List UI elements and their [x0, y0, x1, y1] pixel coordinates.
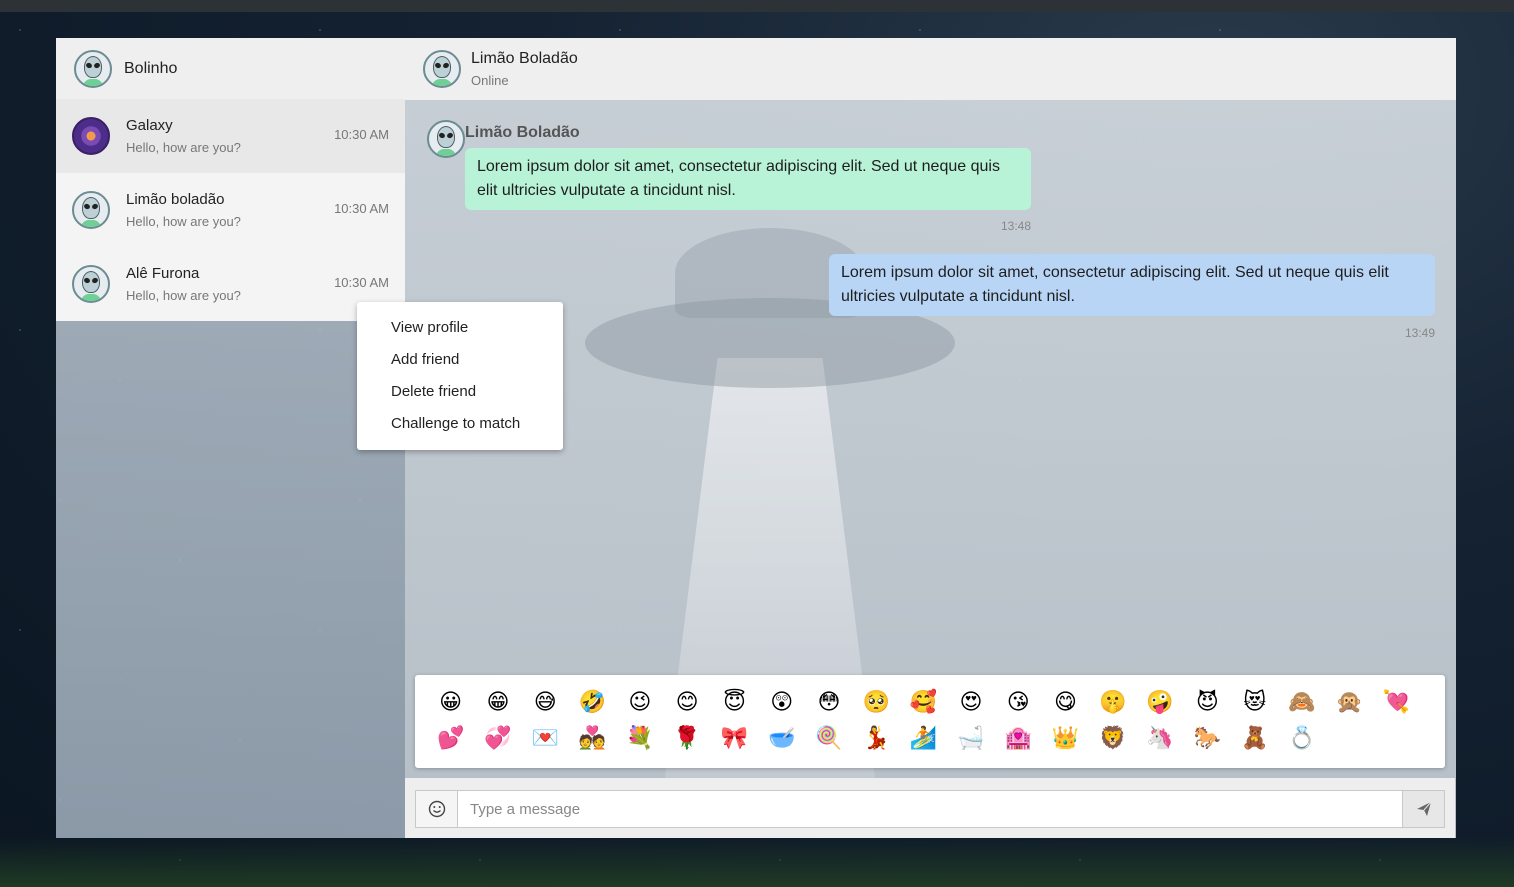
emoji-option[interactable]: 😁: [474, 685, 521, 721]
emoji-option[interactable]: 💌: [522, 721, 569, 757]
emoji-option[interactable]: 😈: [1184, 685, 1231, 721]
emoji-option[interactable]: 🎀: [711, 721, 758, 757]
contact-avatar: [72, 191, 110, 229]
emoji-option[interactable]: 🏩: [995, 721, 1042, 757]
chat-contact-avatar[interactable]: [423, 50, 461, 88]
emoji-option[interactable]: 😳: [805, 685, 852, 721]
message-sender-avatar: [427, 120, 465, 158]
emoji-option[interactable]: 💃: [853, 721, 900, 757]
emoji-option[interactable]: 💑: [569, 721, 616, 757]
emoji-option[interactable]: 😋: [1042, 685, 1089, 721]
contact-preview: Hello, how are you?: [126, 214, 241, 229]
chat-title: Limão Boladão: [471, 50, 578, 67]
emoji-option[interactable]: 😲: [758, 685, 805, 721]
message-composer: [405, 778, 1455, 838]
current-user-name: Bolinho: [124, 59, 178, 77]
emoji-option[interactable]: 👑: [1042, 721, 1089, 757]
message-input[interactable]: [458, 791, 1402, 827]
message-sender-name: Limão Boladão: [465, 124, 580, 141]
contact-preview: Hello, how are you?: [126, 140, 241, 155]
emoji-option[interactable]: 😘: [995, 685, 1042, 721]
contact-preview: Hello, how are you?: [126, 288, 241, 303]
emoji-option[interactable]: 🏄: [900, 721, 947, 757]
emoji-option[interactable]: 🛁: [947, 721, 994, 757]
emoji-option[interactable]: 🤫: [1089, 685, 1136, 721]
menu-item-challenge-to-match[interactable]: Challenge to match: [357, 408, 563, 440]
emoji-option[interactable]: 🦁: [1089, 721, 1136, 757]
emoji-option[interactable]: 😇: [711, 685, 758, 721]
paper-plane-icon: [1416, 801, 1431, 816]
user-avatar[interactable]: [74, 49, 112, 88]
contact-list: Galaxy Hello, how are you? 10:30 AM Limã…: [56, 99, 405, 321]
emoji-row: 😀 😁 😅 🤣 😉 😊 😇 😲 😳 🥺 🥰 😍 😘 😋 🤫 🤪 😈 😻 🙈 🙊 💘: [427, 685, 1433, 721]
emoji-option[interactable]: 😻: [1231, 685, 1278, 721]
menu-item-add-friend[interactable]: Add friend: [357, 344, 563, 376]
emoji-option[interactable]: 🌹: [663, 721, 710, 757]
background-ground: [0, 837, 1514, 887]
contact-time: 10:30 AM: [334, 201, 389, 216]
chat-header: Limão Boladão Online: [405, 38, 1456, 100]
emoji-option[interactable]: 😊: [663, 685, 710, 721]
incoming-message-bubble: Lorem ipsum dolor sit amet, consectetur …: [465, 148, 1031, 210]
emoji-option[interactable]: 🙊: [1326, 685, 1373, 721]
contact-item-ale-furona[interactable]: Alê Furona Hello, how are you? 10:30 AM: [56, 247, 405, 321]
sidebar-header: Bolinho: [56, 38, 405, 99]
smiley-icon: [428, 800, 445, 818]
emoji-option[interactable]: 💕: [427, 721, 474, 757]
emoji-option[interactable]: 🥰: [900, 685, 947, 721]
outgoing-message-bubble: Lorem ipsum dolor sit amet, consectetur …: [829, 254, 1435, 316]
emoji-option[interactable]: 😉: [616, 685, 663, 721]
chat-status: Online: [471, 73, 509, 88]
message-time: 13:49: [1405, 326, 1436, 340]
emoji-option[interactable]: 💘: [1373, 685, 1420, 721]
emoji-option[interactable]: 🧸: [1231, 721, 1278, 757]
contact-avatar: [72, 265, 110, 303]
emoji-option[interactable]: 🦄: [1136, 721, 1183, 757]
contact-item-limao-boladao[interactable]: Limão boladão Hello, how are you? 10:30 …: [56, 173, 405, 247]
contact-time: 10:30 AM: [334, 127, 389, 142]
contact-item-galaxy[interactable]: Galaxy Hello, how are you? 10:30 AM: [56, 99, 405, 173]
browser-top-bar: [0, 0, 1514, 12]
menu-item-delete-friend[interactable]: Delete friend: [357, 376, 563, 408]
emoji-option[interactable]: 🤪: [1136, 685, 1183, 721]
emoji-option[interactable]: 🐎: [1184, 721, 1231, 757]
contact-context-menu: View profile Add friend Delete friend Ch…: [357, 302, 563, 450]
send-button[interactable]: [1402, 791, 1444, 827]
chat-app: Bolinho Galaxy Hello, how are you? 10:30…: [56, 38, 1456, 838]
emoji-option[interactable]: 💞: [474, 721, 521, 757]
emoji-option[interactable]: 💍: [1278, 721, 1325, 757]
emoji-option[interactable]: 🥺: [853, 685, 900, 721]
emoji-option[interactable]: 🥣: [758, 721, 805, 757]
emoji-option[interactable]: 😅: [522, 685, 569, 721]
menu-item-view-profile[interactable]: View profile: [357, 312, 563, 344]
emoji-option[interactable]: 🙈: [1278, 685, 1325, 721]
emoji-option[interactable]: 💐: [616, 721, 663, 757]
emoji-option[interactable]: 😀: [427, 685, 474, 721]
emoji-option[interactable]: 🤣: [569, 685, 616, 721]
emoji-row: 💕 💞 💌 💑 💐 🌹 🎀 🥣 🍭 💃 🏄 🛁 🏩 👑 🦁 🦄 🐎 🧸 💍: [427, 721, 1433, 757]
emoji-button[interactable]: [416, 791, 458, 827]
message-time: 13:48: [1001, 219, 1032, 233]
sidebar: Bolinho Galaxy Hello, how are you? 10:30…: [56, 38, 405, 838]
emoji-picker: 😀 😁 😅 🤣 😉 😊 😇 😲 😳 🥺 🥰 😍 😘 😋 🤫 🤪 😈 😻 🙈 🙊 💘 💕 💞 💌 💑 💐 🌹 🎀 🥣 🍭 💃 🏄 🛁 🏩 👑 🦁 🦄 🐎 🧸…: [415, 675, 1445, 768]
ufo-background-image: [555, 158, 985, 778]
contact-avatar: [72, 117, 110, 155]
contact-time: 10:30 AM: [334, 275, 389, 290]
emoji-option[interactable]: 🍭: [805, 721, 852, 757]
emoji-option[interactable]: 😍: [947, 685, 994, 721]
